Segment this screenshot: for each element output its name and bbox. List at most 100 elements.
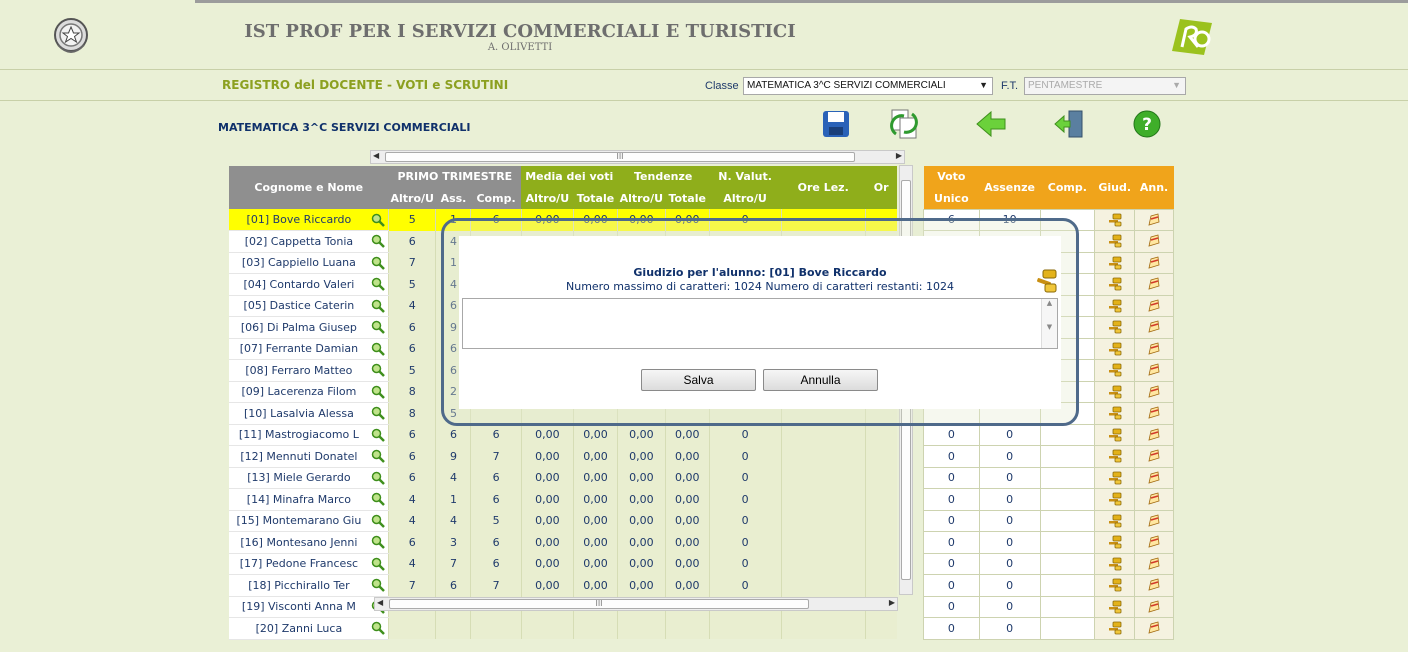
gavel-icon[interactable] [1094,445,1136,468]
comp-input[interactable] [1039,423,1096,446]
gavel-icon[interactable] [1094,423,1136,446]
gavel-icon[interactable] [1094,466,1136,489]
assenze-input[interactable]: 0 [978,617,1041,640]
giudizio-textarea[interactable] [462,298,1058,349]
comp-input[interactable] [1039,595,1096,618]
assenze-input[interactable]: 0 [978,466,1041,489]
annotation-icon[interactable] [1134,251,1174,274]
save-button[interactable]: Salva [641,369,756,391]
ft-select[interactable]: PENTAMESTRE ▼ [1024,77,1186,95]
gavel-icon[interactable] [1094,509,1136,532]
annotation-icon[interactable] [1134,552,1174,575]
magnifier-icon[interactable] [368,273,389,296]
exit-door-icon[interactable] [1053,108,1085,140]
voto-unico-input[interactable]: 0 [923,617,980,640]
annotation-icon[interactable] [1134,402,1174,425]
header-cognome-nome[interactable]: Cognome e Nome [229,166,389,209]
annotation-icon[interactable] [1134,316,1174,339]
annotation-icon[interactable] [1134,595,1174,618]
assenze-input[interactable]: 0 [978,509,1041,532]
table-row[interactable]: [13] Miele Gerardo 6 4 6 0,00 0,00 0,00 0,00 0 [229,467,897,489]
annotation-icon[interactable] [1134,359,1174,382]
comp-input[interactable] [1039,574,1096,597]
horizontal-scrollbar-top[interactable]: ◀ III ▶ [370,150,905,164]
voto-unico-input[interactable]: 0 [923,552,980,575]
assenze-input[interactable]: 0 [978,423,1041,446]
scroll-right-icon[interactable]: ▶ [889,598,895,607]
annotation-icon[interactable] [1134,380,1174,403]
magnifier-icon[interactable] [368,252,389,274]
back-arrow-icon[interactable] [975,108,1007,140]
magnifier-icon[interactable] [368,574,389,597]
magnifier-icon[interactable] [368,338,389,360]
horizontal-scrollbar-bottom[interactable]: ◀ III ▶ [374,597,898,611]
table-row[interactable]: [11] Mastrogiacomo L 6 6 6 0,00 0,00 0,00 0,00 0 [229,424,897,446]
gavel-icon[interactable] [1094,595,1136,618]
magnifier-icon[interactable] [368,553,389,575]
gavel-icon[interactable] [1094,574,1136,597]
voto-unico-input[interactable]: 0 [923,574,980,597]
annotation-icon[interactable] [1134,294,1174,317]
gavel-icon[interactable] [1094,294,1136,317]
magnifier-icon[interactable] [368,531,389,554]
classe-select[interactable]: MATEMATICA 3^C SERVIZI COMMERCIALI ▼ [743,77,993,95]
save-icon[interactable] [820,108,852,140]
assenze-input[interactable]: 0 [978,595,1041,618]
scroll-thumb[interactable]: III [389,599,809,609]
assenze-input[interactable]: 0 [978,552,1041,575]
annotation-icon[interactable] [1134,273,1174,296]
magnifier-icon[interactable] [368,617,389,640]
gavel-icon[interactable] [1094,208,1136,231]
comp-input[interactable] [1039,445,1096,468]
gavel-icon[interactable] [1094,251,1136,274]
gavel-icon[interactable] [1094,402,1136,425]
magnifier-icon[interactable] [368,209,389,231]
gavel-icon[interactable] [1094,617,1136,640]
annotation-icon[interactable] [1134,337,1174,360]
magnifier-icon[interactable] [368,424,389,446]
magnifier-icon[interactable] [368,316,389,339]
assenze-input[interactable]: 0 [978,574,1041,597]
comp-input[interactable] [1039,488,1096,511]
magnifier-icon[interactable] [368,488,389,511]
voto-unico-input[interactable]: 0 [923,466,980,489]
voto-unico-input[interactable]: 0 [923,488,980,511]
scroll-right-icon[interactable]: ▶ [896,151,902,160]
gavel-icon[interactable] [1094,359,1136,382]
comp-input[interactable] [1039,509,1096,532]
scroll-left-icon[interactable]: ◀ [377,598,383,607]
table-row[interactable]: [18] Picchirallo Ter 7 6 7 0,00 0,00 0,00 0,00 0 [229,574,897,597]
magnifier-icon[interactable] [368,230,389,253]
gavel-icon[interactable] [1094,230,1136,253]
swap-icon[interactable] [888,108,920,140]
annotation-icon[interactable] [1134,466,1174,489]
magnifier-icon[interactable] [368,402,389,425]
assenze-input[interactable]: 0 [978,531,1041,554]
annotation-icon[interactable] [1134,445,1174,468]
table-row[interactable]: [20] Zanni Luca [229,617,897,640]
annotation-icon[interactable] [1134,617,1174,640]
gavel-icon[interactable] [1094,273,1136,296]
annotation-icon[interactable] [1134,509,1174,532]
gavel-icon[interactable] [1094,552,1136,575]
magnifier-icon[interactable] [368,359,389,382]
voto-unico-input[interactable]: 0 [923,423,980,446]
scroll-thumb[interactable]: III [385,152,855,162]
scroll-left-icon[interactable]: ◀ [373,151,379,160]
comp-input[interactable] [1039,617,1096,640]
annotation-icon[interactable] [1134,423,1174,446]
annotation-icon[interactable] [1134,488,1174,511]
comp-input[interactable] [1039,466,1096,489]
assenze-input[interactable]: 0 [978,445,1041,468]
annotation-icon[interactable] [1134,230,1174,253]
magnifier-icon[interactable] [368,295,389,317]
annotation-icon[interactable] [1134,208,1174,231]
magnifier-icon[interactable] [368,445,389,468]
voto-unico-input[interactable]: 0 [923,509,980,532]
table-row[interactable]: [17] Pedone Francesc 4 7 6 0,00 0,00 0,00 0,00 0 [229,553,897,575]
comp-input[interactable] [1039,531,1096,554]
gavel-icon[interactable] [1094,380,1136,403]
comp-input[interactable] [1039,552,1096,575]
magnifier-icon[interactable] [368,510,389,532]
gavel-icon[interactable] [1094,531,1136,554]
